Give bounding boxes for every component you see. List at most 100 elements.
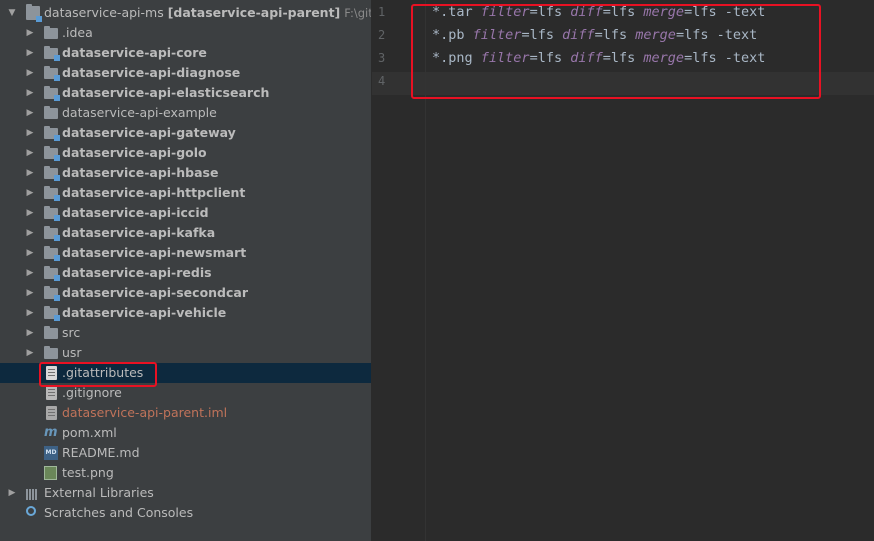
tree-item[interactable]: .gitignore bbox=[0, 383, 371, 403]
code-attribute-key: filter bbox=[472, 27, 522, 43]
chevron-right-icon[interactable]: ▶ bbox=[24, 43, 36, 63]
chevron-right-icon[interactable]: ▶ bbox=[24, 63, 36, 83]
code-line[interactable]: *.tar filter=lfs diff=lfs merge=lfs -tex… bbox=[432, 4, 765, 20]
tree-item[interactable]: m pom.xml bbox=[0, 423, 371, 443]
chevron-right-icon[interactable]: ▶ bbox=[24, 103, 36, 123]
tree-item[interactable]: ▶ dataservice-api-redis bbox=[0, 263, 371, 283]
tree-item[interactable]: MD README.md bbox=[0, 443, 371, 463]
tree-item[interactable]: ▶ dataservice-api-core bbox=[0, 43, 371, 63]
tree-item[interactable]: ▶ dataservice-api-iccid bbox=[0, 203, 371, 223]
tree-item[interactable]: ▶ usr bbox=[0, 343, 371, 363]
chevron-right-icon[interactable]: ▶ bbox=[24, 223, 36, 243]
tree-item[interactable]: ▶ src bbox=[0, 323, 371, 343]
tree-item[interactable]: ▶ dataservice-api-secondcar bbox=[0, 283, 371, 303]
chevron-down-icon[interactable]: ▼ bbox=[6, 3, 18, 23]
code-equals: = bbox=[529, 50, 538, 66]
tree-item-label: dataservice-api-redis bbox=[62, 265, 212, 280]
chevron-right-icon[interactable]: ▶ bbox=[24, 243, 36, 263]
module-folder-icon bbox=[44, 206, 60, 221]
gitignore-file-icon bbox=[46, 386, 57, 400]
chevron-right-icon[interactable]: ▶ bbox=[24, 83, 36, 103]
tree-item-label: dataservice-api-gateway bbox=[62, 125, 236, 140]
code-attribute-key: merge bbox=[643, 50, 685, 66]
chevron-right-icon[interactable]: ▶ bbox=[24, 283, 36, 303]
code-attribute-key: diff bbox=[570, 50, 603, 66]
tree-bottom-item[interactable]: ▶ External Libraries bbox=[0, 483, 371, 503]
tree-item-label: dataservice-api-golo bbox=[62, 145, 207, 160]
tree-item-label: dataservice-api-elasticsearch bbox=[62, 85, 270, 100]
code-attribute-key: filter bbox=[480, 50, 530, 66]
tree-item[interactable]: ▶ dataservice-api-golo bbox=[0, 143, 371, 163]
code-attribute-key: filter bbox=[480, 4, 530, 20]
tree-item-label: dataservice-api-vehicle bbox=[62, 305, 227, 320]
code-editor[interactable]: 1234 *.tar filter=lfs diff=lfs merge=lfs… bbox=[372, 0, 874, 541]
code-line[interactable]: *.pb filter=lfs diff=lfs merge=lfs -text bbox=[432, 27, 757, 43]
image-file-icon bbox=[44, 466, 57, 480]
chevron-right-icon[interactable]: ▶ bbox=[24, 123, 36, 143]
chevron-right-icon[interactable]: ▶ bbox=[24, 163, 36, 183]
tree-item[interactable]: ▶ dataservice-api-example bbox=[0, 103, 371, 123]
project-tree-panel: ▼ dataservice-api-ms [dataservice-api-pa… bbox=[0, 0, 371, 541]
line-number: 2 bbox=[378, 28, 386, 42]
tree-item[interactable]: dataservice-api-parent.iml bbox=[0, 403, 371, 423]
tree-item[interactable]: ▶ dataservice-api-vehicle bbox=[0, 303, 371, 323]
tree-item[interactable]: ▶ dataservice-api-newsmart bbox=[0, 243, 371, 263]
module-folder-icon bbox=[44, 266, 60, 281]
tree-item[interactable]: ▶ dataservice-api-elasticsearch bbox=[0, 83, 371, 103]
chevron-right-icon[interactable]: ▶ bbox=[24, 303, 36, 323]
tree-item[interactable]: ▶ dataservice-api-hbase bbox=[0, 163, 371, 183]
tree-item-label: dataservice-api-secondcar bbox=[62, 285, 249, 300]
code-tail: -text bbox=[716, 27, 758, 43]
code-equals: = bbox=[529, 4, 538, 20]
chevron-right-icon[interactable]: ▶ bbox=[24, 343, 36, 363]
scratches-icon bbox=[26, 506, 36, 516]
tree-item-label: usr bbox=[62, 345, 82, 360]
code-attribute-key: merge bbox=[635, 27, 676, 43]
root-path: F:\git\data bbox=[344, 6, 371, 20]
chevron-right-icon[interactable]: ▶ bbox=[24, 263, 36, 283]
chevron-right-icon[interactable]: ▶ bbox=[24, 23, 36, 43]
tree-item-label: dataservice-api-kafka bbox=[62, 225, 216, 240]
module-folder-icon bbox=[26, 4, 42, 22]
code-attribute-value: lfs bbox=[684, 27, 709, 43]
code-attribute-value: lfs bbox=[692, 4, 717, 20]
chevron-right-icon[interactable]: ▶ bbox=[6, 483, 18, 503]
line-number: 3 bbox=[378, 51, 386, 65]
code-attribute-value: lfs bbox=[537, 50, 563, 66]
code-line[interactable]: *.png filter=lfs diff=lfs merge=lfs -tex… bbox=[432, 50, 765, 66]
tree-item[interactable]: .gitattributes bbox=[0, 363, 371, 383]
folder-icon bbox=[44, 26, 58, 39]
tree-item[interactable]: test.png bbox=[0, 463, 371, 483]
tree-item-label: dataservice-api-core bbox=[62, 45, 207, 60]
tree-item[interactable]: ▶ .idea bbox=[0, 23, 371, 43]
tree-item-label: src bbox=[62, 325, 81, 340]
gutter-divider bbox=[425, 0, 426, 541]
tree-item[interactable]: ▶ dataservice-api-kafka bbox=[0, 223, 371, 243]
line-number: 4 bbox=[378, 74, 386, 88]
tree-bottom-item[interactable]: Scratches and Consoles bbox=[0, 503, 371, 523]
tree-item[interactable]: ▶ dataservice-api-gateway bbox=[0, 123, 371, 143]
tree-item-label: .idea bbox=[62, 25, 93, 40]
code-pattern: *.tar bbox=[432, 4, 473, 20]
tree-bottom-item-label: Scratches and Consoles bbox=[44, 505, 194, 520]
code-pattern: *.png bbox=[432, 50, 473, 66]
chevron-right-icon[interactable]: ▶ bbox=[24, 183, 36, 203]
chevron-right-icon[interactable]: ▶ bbox=[24, 203, 36, 223]
chevron-right-icon[interactable]: ▶ bbox=[24, 143, 36, 163]
tree-item[interactable]: ▶ dataservice-api-diagnose bbox=[0, 63, 371, 83]
module-folder-icon bbox=[44, 46, 60, 61]
text-file-icon bbox=[46, 366, 57, 380]
current-line-highlight bbox=[372, 72, 874, 95]
code-attribute-value: lfs bbox=[537, 4, 563, 20]
tree-item-label: dataservice-api-newsmart bbox=[62, 245, 247, 260]
module-folder-icon bbox=[44, 166, 60, 181]
code-equals: = bbox=[521, 27, 530, 43]
tree-root-row[interactable]: ▼ dataservice-api-ms [dataservice-api-pa… bbox=[0, 3, 371, 23]
code-attribute-key: merge bbox=[643, 4, 685, 20]
chevron-right-icon[interactable]: ▶ bbox=[24, 323, 36, 343]
tree-item-label: pom.xml bbox=[62, 425, 117, 440]
module-folder-icon bbox=[44, 86, 60, 101]
folder-icon bbox=[44, 346, 58, 359]
code-equals: = bbox=[684, 4, 693, 20]
tree-item[interactable]: ▶ dataservice-api-httpclient bbox=[0, 183, 371, 203]
